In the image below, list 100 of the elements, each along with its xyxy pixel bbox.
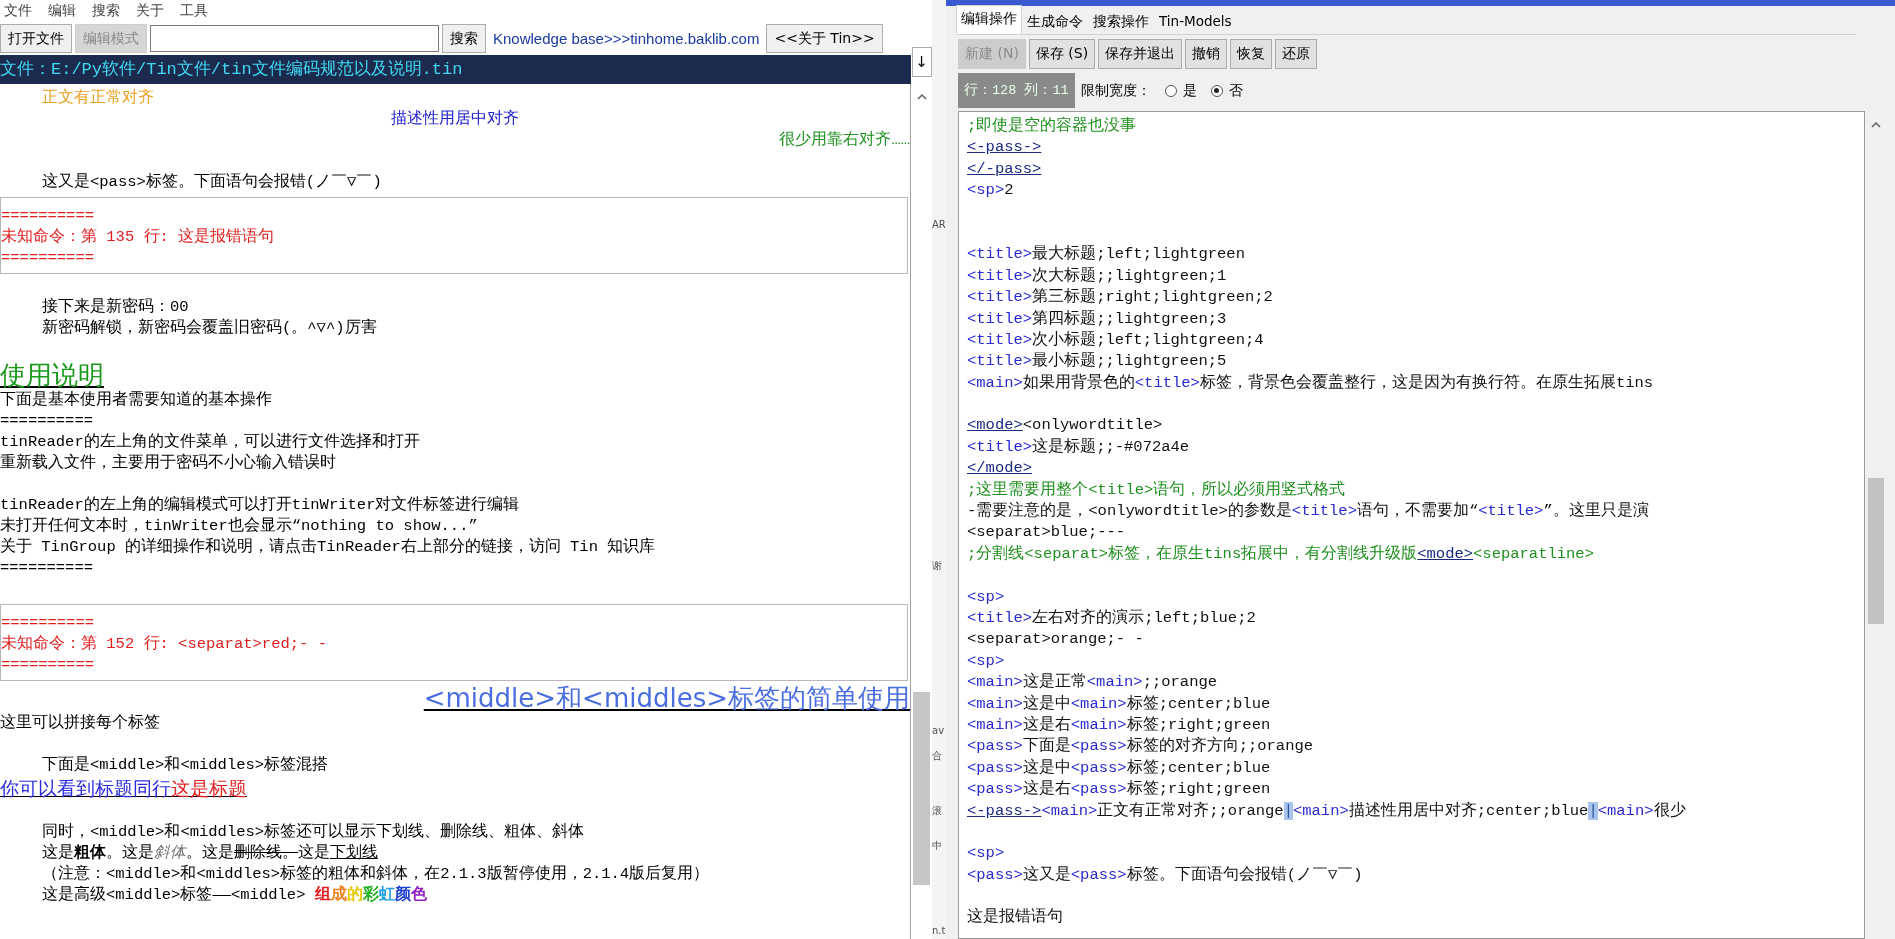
text-line: 正文有正常对齐: [42, 89, 154, 107]
code-line: 这是报错语句: [967, 908, 1063, 927]
code-line: ;这里需要用整个<title>语句，所以必须用竖式格式: [967, 480, 1346, 499]
editor-tab[interactable]: 生成命令: [1022, 8, 1088, 34]
toolbar-button[interactable]: 还原: [1275, 39, 1318, 69]
code-line: <main>这是中<main>标签;center;blue: [967, 694, 1271, 713]
code-line: <-pass-><main>正文有正常对齐;;orange|<main>描述性用居中对齐;center;blue|<main>很少: [967, 801, 1686, 820]
section-heading: 使用说明: [0, 360, 104, 390]
code-line: <sp>: [967, 587, 1005, 606]
text-line: tinReader的左上角的文件菜单，可以进行文件选择和打开: [0, 433, 420, 451]
error-text: ==========: [1, 206, 95, 227]
file-path: 文件：E:/Py软件/Tin文件/tin文件编码规范以及说明.tin: [0, 55, 911, 84]
code-line: <-pass->: [967, 138, 1042, 157]
open-file-button[interactable]: 打开文件: [0, 24, 72, 53]
text-line: 接下来是新密码：00: [42, 298, 189, 316]
toolbar-button[interactable]: 保存并退出: [1098, 39, 1183, 69]
text-line: 这是高级<middle>标签——<middle> 组成的彩虹颜色: [42, 886, 427, 904]
search-field[interactable]: [150, 25, 439, 52]
code-line: <separat>blue;---: [967, 523, 1126, 542]
background-text: n.t: [932, 924, 946, 938]
background-text: 滚: [932, 804, 943, 818]
menu-item[interactable]: 工具: [180, 2, 208, 20]
toolbar-button[interactable]: 撤销: [1185, 39, 1228, 69]
text-line: 这是粗体。这是斜体。这是删除线。这是下划线: [42, 844, 378, 862]
code-line: </mode>: [967, 459, 1033, 478]
section-heading: <middle>和<middles>标签的简单使用: [423, 683, 910, 713]
code-line: <separat>orange;- -: [967, 630, 1144, 649]
text-line: ==========: [0, 559, 93, 577]
code-line: <pass>这是中<pass>标签;center;blue: [967, 758, 1271, 777]
text-line: 下面是基本使用者需要知道的基本操作: [0, 391, 272, 409]
cursor-position: 行：128 列：11: [958, 73, 1075, 108]
text-line: 同时，<middle>和<middles>标签还可以显示下划线、删除线、粗体、斜体: [42, 823, 585, 841]
background-text: AR: [932, 218, 946, 232]
scrollbar-thumb[interactable]: [1868, 478, 1884, 624]
background-text: 谢: [932, 559, 943, 573]
code-line: <pass>下面是<pass>标签的对齐方向;;orange: [967, 737, 1314, 756]
text-line: tinReader的左上角的编辑模式可以打开tinWriter对文件标签进行编辑: [0, 496, 520, 514]
code-line: <title>最小标题;;lightgreen;5: [967, 352, 1227, 371]
toolbar-button[interactable]: 恢复: [1230, 39, 1273, 69]
code-line: <title>次大标题;;lightgreen;1: [967, 266, 1227, 285]
code-line: <title>左右对齐的演示;left;blue;2: [967, 609, 1256, 627]
code-line: <mode><onlywordtitle>: [967, 416, 1163, 435]
code-line: <title>第三标题;right;lightgreen;2: [967, 288, 1273, 307]
menu-item[interactable]: 编辑: [48, 2, 76, 20]
error-text: ==========: [1, 655, 95, 676]
text-line: 新密码解锁，新密码会覆盖旧密码(。^▽^)厉害: [42, 319, 377, 337]
code-line: <main>如果用背景色的<title>标签，背景色会覆盖整行，这是因为有换行符。在原生拓展tins: [967, 373, 1654, 392]
knowledge-base-link[interactable]: Knowledge base>>>tinhome.baklib.com: [489, 30, 764, 47]
scroll-down-button[interactable]: ↓: [911, 47, 932, 77]
about-button[interactable]: <<关于 Tin>>: [766, 24, 883, 53]
editor-tab[interactable]: 搜索操作: [1088, 8, 1154, 34]
code-line: -需要注意的是，<onlywordtitle>的参数是<title>语句，不需要加“<title>”。这里只是演: [967, 502, 1649, 521]
code-line: <title>次小标题;left;lightgreen;4: [967, 330, 1264, 349]
code-line: <title>最大标题;left;lightgreen: [967, 245, 1245, 264]
toolbar-button[interactable]: 保存 (S): [1028, 39, 1096, 69]
scrollbar-thumb[interactable]: [913, 692, 930, 885]
code-line: <pass>这又是<pass>标签。下面语句会报错(ノ￣▽￣): [967, 865, 1363, 884]
menu-item[interactable]: 搜索: [92, 2, 120, 20]
background-text: 中: [932, 839, 943, 853]
code-line: <main>这是正常<main>;;orange: [967, 673, 1218, 692]
error-text: 未知命令：第 152 行: <separat>red;- -: [1, 634, 328, 655]
scroll-up-icon[interactable]: [916, 93, 927, 100]
code-line: ;分割线<separat>标签，在原生tins拓展中，有分割线升级版<mode><separatline>: [967, 544, 1594, 563]
text-line: 下面是<middle>和<middles>标签混搭: [42, 756, 329, 774]
error-text: 未知命令：第 135 行: 这是报错语句: [1, 227, 276, 248]
code-line: <main>这是右<main>标签;right;green: [967, 715, 1271, 734]
code-line: <sp>: [967, 651, 1005, 670]
text-line: 这又是<pass>标签。下面语句会报错(ノ￣▽￣): [42, 173, 382, 191]
title-line: 你可以看到标题同行这是标题: [0, 778, 247, 799]
text-line: 很少用靠右对齐……: [779, 131, 910, 149]
text-line: 重新载入文件，主要用于密码不小心输入错误时: [0, 454, 336, 472]
text-line: 这里可以拼接每个标签: [0, 714, 160, 732]
text-line: 关于 TinGroup 的详细操作和说明，请点击TinReader右上部分的链接，访问 Tin 知识库: [0, 538, 656, 556]
code-line: <sp>: [967, 844, 1005, 863]
menu-item[interactable]: 文件: [4, 2, 32, 20]
text-line: ==========: [0, 412, 93, 430]
search-button[interactable]: 搜索: [442, 24, 486, 53]
error-text: ==========: [1, 613, 95, 634]
code-line: </-pass>: [967, 159, 1042, 178]
code-line: <pass>这是右<pass>标签;right;green: [967, 780, 1271, 799]
editor-tab[interactable]: 编辑操作: [956, 5, 1022, 34]
code-editor[interactable]: [958, 111, 1865, 939]
text-line: 未打开任何文本时，tinWriter也会显示“nothing to show...”: [0, 517, 478, 535]
text-line: （注意：<middle>和<middles>标签的粗体和斜体，在2.1.3版暂停使用，2.1.4版后复用）: [42, 865, 710, 883]
radio-button[interactable]: [1164, 84, 1177, 97]
radio-label[interactable]: 是: [1182, 81, 1197, 100]
width-limit-label: 限制宽度：: [1080, 81, 1151, 100]
code-line: <sp>2: [967, 181, 1014, 200]
code-line: <title>第四标题;;lightgreen;3: [967, 309, 1227, 328]
code-line: ;即使是空的容器也没事: [967, 117, 1137, 135]
menu-item[interactable]: 关于: [136, 2, 164, 20]
background-text: av: [932, 724, 946, 738]
scroll-up-icon[interactable]: [1871, 121, 1881, 128]
editor-tab[interactable]: Tin-Models: [1154, 8, 1237, 34]
radio-button[interactable]: [1210, 84, 1223, 97]
error-text: ==========: [1, 248, 95, 269]
background-text: 合: [932, 749, 943, 763]
text-line: 描述性用居中对齐: [391, 110, 519, 128]
code-line: <title>这是标题;;-#072a4e: [967, 437, 1190, 456]
radio-label[interactable]: 否: [1228, 81, 1243, 100]
